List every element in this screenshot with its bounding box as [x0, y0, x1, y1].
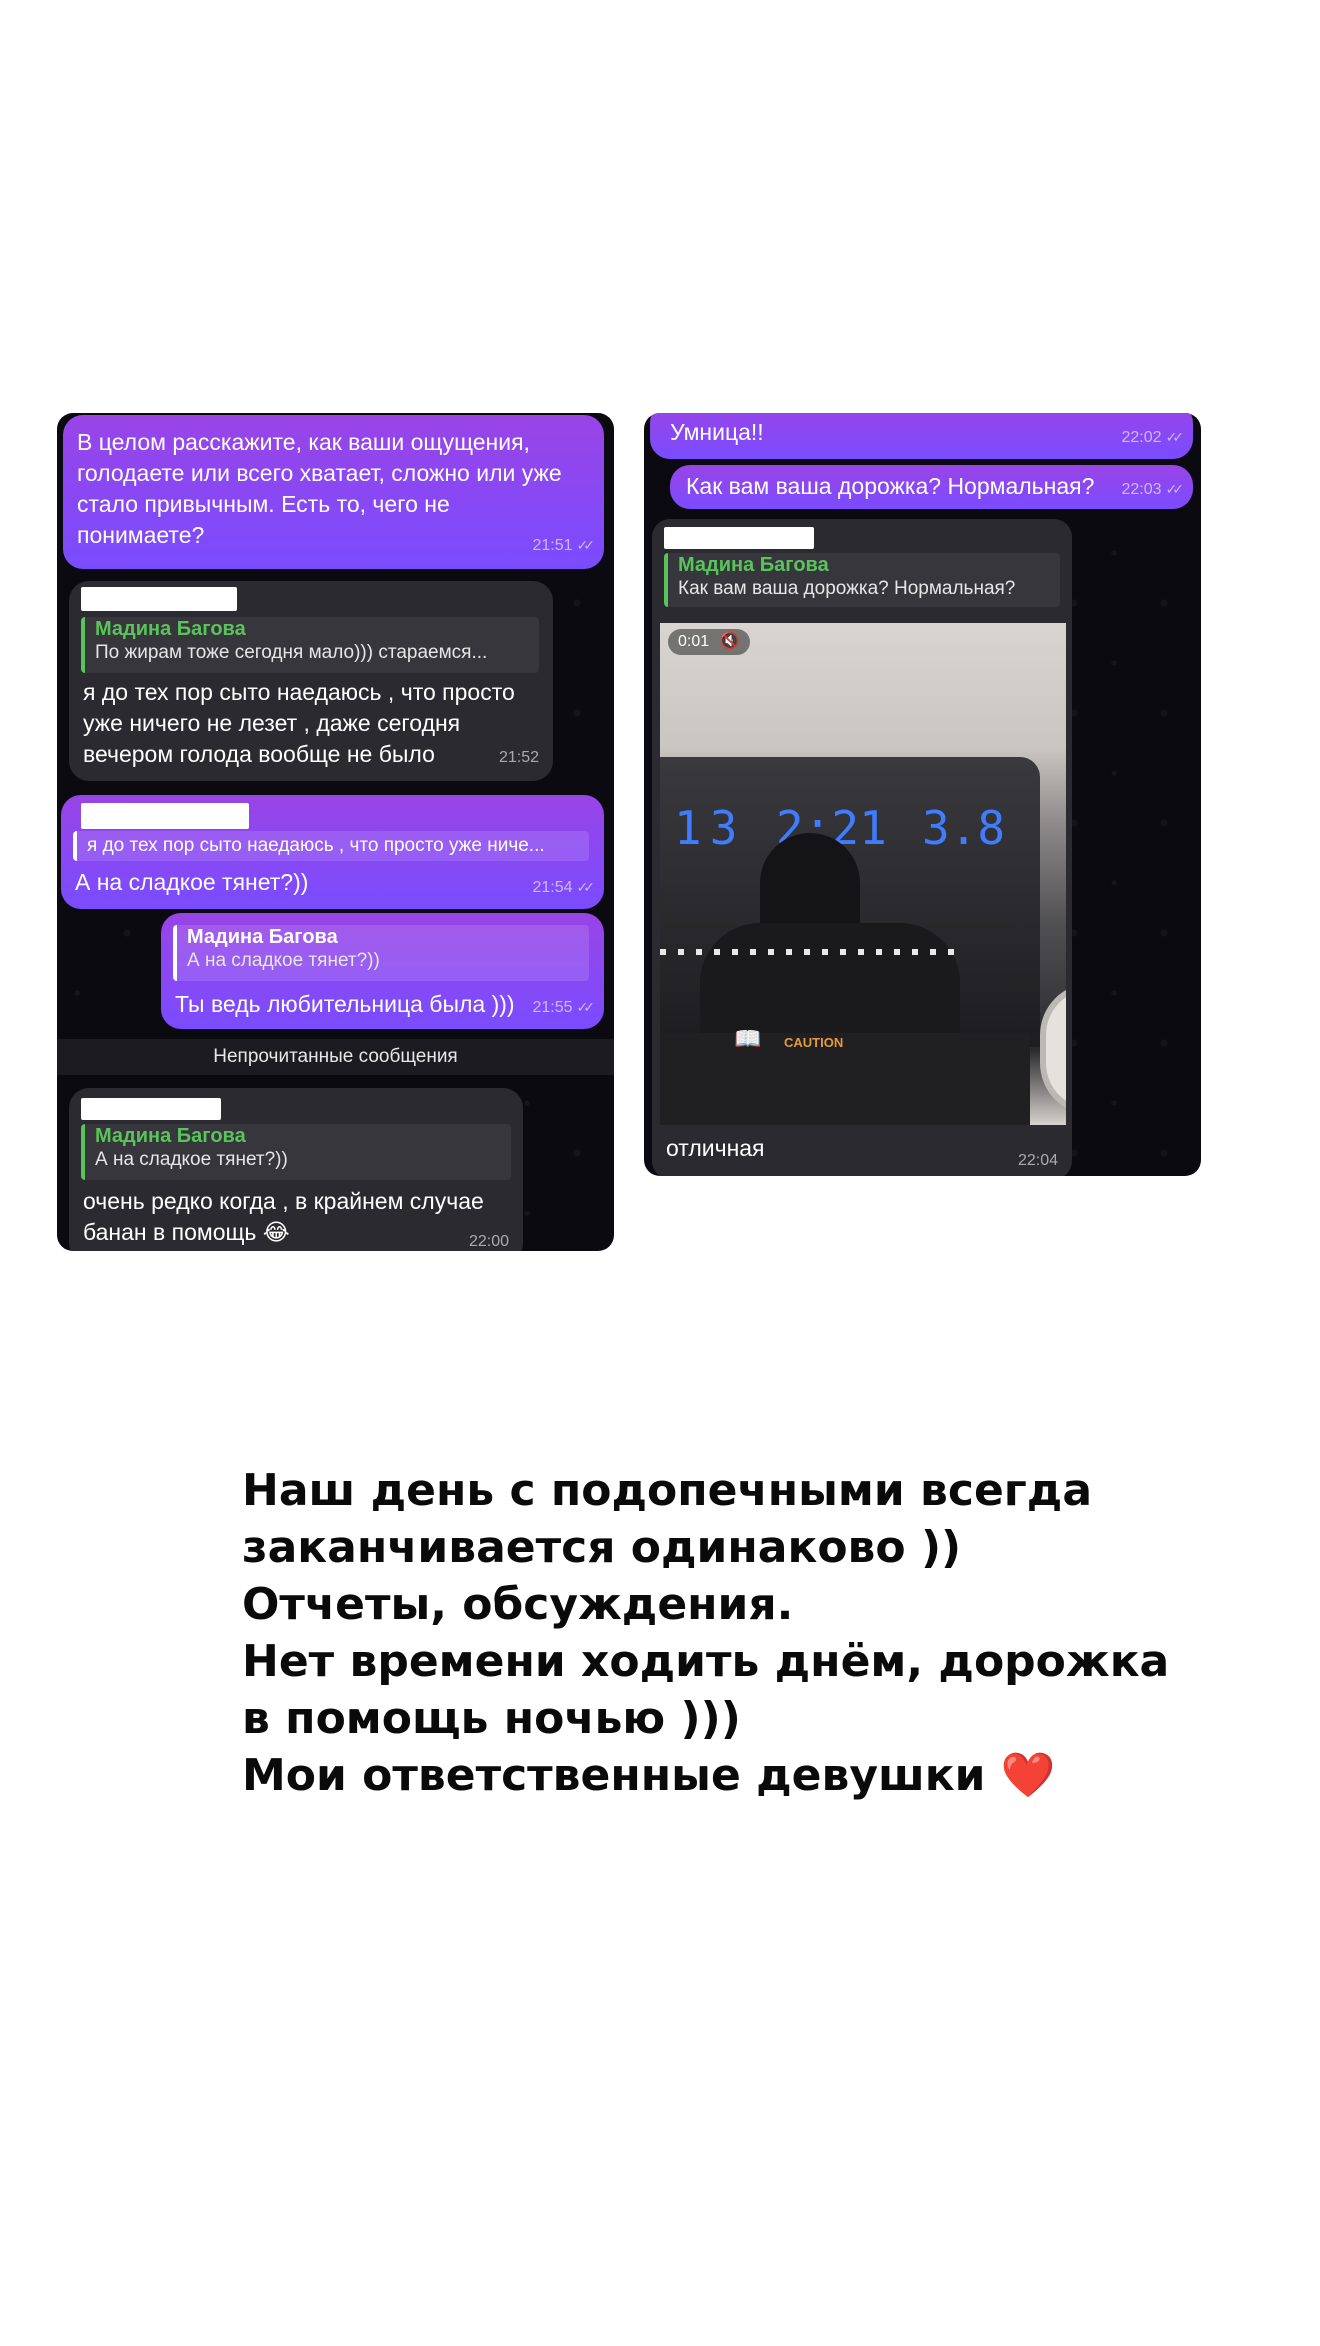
treadmill-display-right: 3.8	[922, 801, 1006, 855]
message-text: Ты ведь любительница была )))	[175, 991, 515, 1017]
message-time: 22:03 ✓✓	[1121, 481, 1185, 498]
reply-snippet: А на сладкое тянет?))	[95, 1149, 288, 1170]
message-time: 22:00	[468, 1233, 509, 1250]
reply-snippet: А на сладкое тянет?))	[187, 950, 380, 971]
outgoing-message[interactable]: Мадина Багова А на сладкое тянет?)) Ты в…	[161, 913, 604, 1029]
reply-snippet: По жирам тоже сегодня мало))) стараемся.…	[95, 642, 488, 663]
unread-messages-divider: Непрочитанные сообщения	[57, 1039, 614, 1075]
message-line: банан в помощь 😂	[83, 1219, 290, 1245]
message-line: голодаете или всего хватает, сложно или …	[77, 460, 562, 486]
muted-speaker-icon[interactable]: 🔇	[720, 633, 740, 650]
reply-quote[interactable]: Мадина Багова По жирам тоже сегодня мало…	[81, 617, 539, 673]
read-checkmarks-icon: ✓✓	[1165, 481, 1185, 497]
redacted-sender-name	[81, 587, 237, 611]
message-line: В целом расскажите, как ваши ощущения,	[77, 429, 530, 455]
read-checkmarks-icon: ✓✓	[576, 537, 596, 553]
story-caption: Наш день с подопечными всегда заканчивае…	[242, 1462, 1202, 1804]
reply-quote[interactable]: Мадина Багова Как вам ваша дорожка? Норм…	[664, 553, 1060, 607]
outgoing-message[interactable]: Как вам ваша дорожка? Нормальная? 22:03 ✓…	[670, 465, 1193, 509]
caption-line: Мои ответственные девушки	[242, 1750, 986, 1801]
message-time: 21:55 ✓✓	[532, 999, 596, 1016]
message-text: Как вам ваша дорожка? Нормальная?	[686, 473, 1095, 499]
reply-author: Мадина Багова	[678, 554, 829, 576]
outgoing-message[interactable]: Умница!! 22:02 ✓✓	[650, 413, 1193, 459]
reply-snippet: Как вам ваша дорожка? Нормальная?	[678, 578, 1016, 599]
outgoing-message[interactable]: я до тех пор сыто наедаюсь , что просто …	[61, 795, 604, 909]
reply-snippet: я до тех пор сыто наедаюсь , что просто …	[87, 835, 545, 856]
message-time: 21:52	[498, 749, 539, 766]
manual-icon: 📖	[734, 1026, 762, 1051]
message-time: 21:51 ✓✓	[532, 537, 596, 554]
message-text: я до тех пор сыто наедаюсь , что просто …	[83, 677, 543, 770]
read-checkmarks-icon: ✓✓	[1165, 429, 1185, 445]
redacted-sender-name	[81, 1098, 221, 1120]
caution-panel	[660, 1033, 1030, 1125]
reply-quote[interactable]: я до тех пор сыто наедаюсь , что просто …	[73, 831, 589, 861]
video-attachment[interactable]: 13 2:21 3.8 📖 CAUTION 0:01 🔇	[660, 623, 1066, 1125]
right-chat-screenshot: Умница!! 22:02 ✓✓ Как вам ваша дорожка? Н…	[644, 413, 1201, 1176]
message-time: 22:02 ✓✓	[1121, 429, 1185, 446]
caption-line: в помощь ночью )))	[242, 1693, 741, 1744]
treadmill-display-left: 13	[674, 801, 746, 855]
speed-indicator-bar	[660, 949, 960, 955]
left-chat-screenshot: В целом расскажите, как ваши ощущения, г…	[57, 413, 614, 1251]
video-duration-chip[interactable]: 0:01 🔇	[668, 629, 750, 655]
reply-quote[interactable]: Мадина Багова А на сладкое тянет?))	[173, 925, 589, 981]
outgoing-message[interactable]: В целом расскажите, как ваши ощущения, г…	[63, 415, 604, 569]
message-text: очень редко когда , в крайнем случае бан…	[83, 1186, 503, 1248]
caption-line: Нет времени ходить днём, дорожка	[242, 1636, 1170, 1687]
message-text: Умница!!	[670, 419, 764, 445]
redacted-sender-name	[81, 803, 249, 829]
message-line: стало привычным. Есть то, чего не	[77, 491, 450, 517]
message-line: уже ничего не лезет , даже сегодня	[83, 710, 461, 736]
incoming-message[interactable]: Мадина Багова По жирам тоже сегодня мало…	[69, 581, 553, 781]
message-time: 21:54 ✓✓	[532, 879, 596, 896]
incoming-message[interactable]: Мадина Багова А на сладкое тянет?)) очен…	[69, 1088, 523, 1251]
reply-author: Мадина Багова	[95, 618, 246, 640]
treadmill-side-rail	[1040, 983, 1066, 1115]
caption-line: заканчивается одинаково ))	[242, 1522, 962, 1573]
message-text: отличная	[666, 1135, 765, 1161]
video-duration: 0:01	[678, 633, 710, 650]
caption-line: Отчеты, обсуждения.	[242, 1579, 794, 1630]
caption-line: Наш день с подопечными всегда	[242, 1465, 1093, 1516]
heart-icon: ❤️	[1000, 1750, 1056, 1801]
incoming-message[interactable]: Мадина Багова Как вам ваша дорожка? Норм…	[652, 519, 1072, 1176]
reply-author: Мадина Багова	[95, 1125, 246, 1147]
message-line: очень редко когда , в крайнем случае	[83, 1188, 484, 1214]
read-checkmarks-icon: ✓✓	[576, 999, 596, 1015]
message-text: В целом расскажите, как ваши ощущения, г…	[77, 427, 597, 551]
message-time: 22:04	[1017, 1152, 1058, 1169]
message-text: А на сладкое тянет?))	[75, 869, 309, 895]
message-line: понимаете?	[77, 522, 205, 548]
caption-line-last: Мои ответственные девушки ❤️	[242, 1747, 1202, 1804]
message-line: я до тех пор сыто наедаюсь , что просто	[83, 679, 515, 705]
redacted-sender-name	[664, 527, 814, 549]
caution-label: CAUTION	[784, 1035, 844, 1050]
reply-author: Мадина Багова	[187, 926, 338, 948]
reply-quote[interactable]: Мадина Багова А на сладкое тянет?))	[81, 1124, 511, 1180]
read-checkmarks-icon: ✓✓	[576, 879, 596, 895]
message-line: вечером голода вообще не было	[83, 741, 435, 767]
